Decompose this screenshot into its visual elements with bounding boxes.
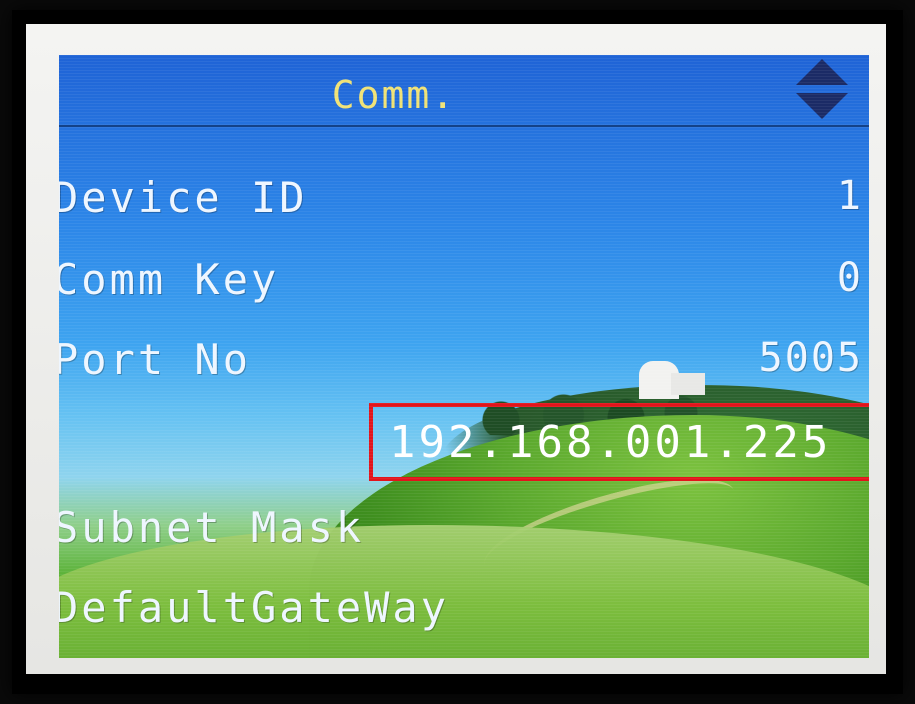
lcd-screen: Comm. Device ID 1 Comm Key 0 Port No 500… <box>59 55 869 658</box>
header-divider <box>59 125 869 127</box>
field-label-subnet-mask[interactable]: Subnet Mask <box>59 503 364 552</box>
field-label-default-gateway[interactable]: DefaultGateWay <box>59 583 449 632</box>
up-down-arrows-icon[interactable] <box>792 57 852 121</box>
field-label-comm-key: Comm Key <box>59 255 280 304</box>
device-bezel: Comm. Device ID 1 Comm Key 0 Port No 500… <box>26 24 886 674</box>
field-value-port-no[interactable]: 5005 <box>759 335 863 381</box>
field-value-comm-key[interactable]: 0 <box>837 255 863 301</box>
ip-address-field[interactable]: 192.168.001.225 <box>369 403 869 481</box>
field-value-device-id[interactable]: 1 <box>837 173 863 219</box>
field-label-port-no: Port No <box>59 335 252 384</box>
field-label-device-id: Device ID <box>59 173 308 222</box>
screen-title: Comm. <box>331 73 457 117</box>
wallpaper-chapel-wing <box>671 373 705 395</box>
ip-address-value: 192.168.001.225 <box>389 417 832 468</box>
